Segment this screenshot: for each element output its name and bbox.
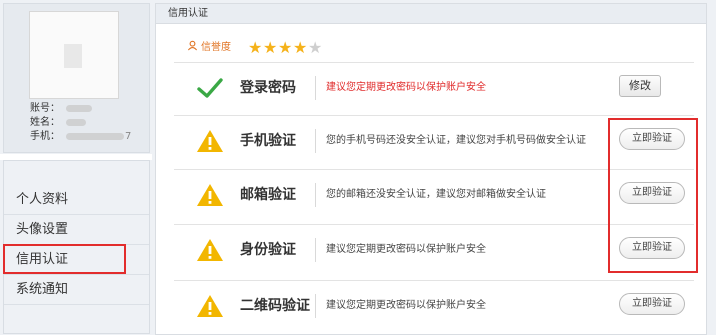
sidebar-item-notifications[interactable]: 系统通知 (4, 275, 149, 305)
row-divider (315, 183, 316, 207)
star-filled-icon: ★ (263, 38, 278, 57)
star-rating: ★★★★★ (248, 38, 323, 57)
row-divider (315, 294, 316, 318)
sidebar-item-avatar[interactable]: 头像设置 (4, 215, 149, 245)
name-label: 姓名： (30, 117, 60, 128)
account-row: 账号： (30, 102, 92, 115)
row-title-password: 登录密码 (240, 80, 296, 96)
row-title-email: 邮箱验证 (240, 187, 296, 203)
right-edge (708, 0, 716, 335)
modify-password-button[interactable]: 修改 (619, 75, 661, 97)
row-desc-password: 建议您定期更改密码以保护账户安全 (326, 82, 486, 93)
star-filled-icon: ★ (293, 38, 308, 57)
phone-row: 手机： 7 (30, 130, 131, 143)
warning-icon (197, 130, 223, 152)
profile-card: 账号： 姓名： 手机： 7 (3, 3, 150, 153)
phone-value-redacted (66, 132, 124, 140)
name-row: 姓名： (30, 116, 86, 129)
security-row-password: 登录密码 建议您定期更改密码以保护账户安全 修改 (174, 62, 694, 113)
star-empty-icon: ★ (308, 38, 323, 57)
credit-rating-label: 信誉度 (187, 40, 231, 56)
account-value-redacted (66, 104, 92, 112)
row-desc-email: 您的邮箱还没安全认证，建议您对邮箱做安全认证 (326, 189, 546, 200)
check-icon (197, 78, 223, 98)
row-title-qrcode: 二维码验证 (240, 298, 310, 314)
row-divider (315, 129, 316, 153)
row-divider (315, 76, 316, 100)
sidebar: 账号： 姓名： 手机： 7 个人资料 头像设置 信用认证 系统通知 (0, 0, 152, 335)
verify-buttons-highlight (608, 118, 698, 273)
avatar (29, 11, 119, 99)
phone-label: 手机： (30, 131, 60, 142)
row-divider (315, 238, 316, 262)
phone-tail: 7 (125, 131, 132, 142)
security-row-qrcode: 二维码验证 建议您定期更改密码以保护账户安全 立即验证 (174, 280, 694, 331)
credit-menu-highlight (3, 244, 126, 274)
row-desc-qrcode: 建议您定期更改密码以保护账户安全 (326, 300, 486, 311)
sidebar-item-profile[interactable]: 个人资料 (4, 185, 149, 215)
verify-qrcode-button[interactable]: 立即验证 (619, 293, 685, 315)
credit-label-text: 信誉度 (201, 42, 231, 53)
warning-icon (197, 239, 223, 261)
star-filled-icon: ★ (278, 38, 293, 57)
account-label: 账号： (30, 103, 60, 114)
name-value-redacted (66, 118, 86, 126)
row-title-phone: 手机验证 (240, 133, 296, 149)
star-filled-icon: ★ (248, 38, 263, 57)
row-desc-identity: 建议您定期更改密码以保护账户安全 (326, 244, 486, 255)
panel-title: 信用认证 (156, 4, 706, 24)
person-icon (187, 40, 198, 51)
row-title-identity: 身份验证 (240, 242, 296, 258)
warning-icon (197, 184, 223, 206)
warning-icon (197, 295, 223, 317)
row-desc-phone: 您的手机号码还没安全认证，建议您对手机号码做安全认证 (326, 135, 586, 146)
